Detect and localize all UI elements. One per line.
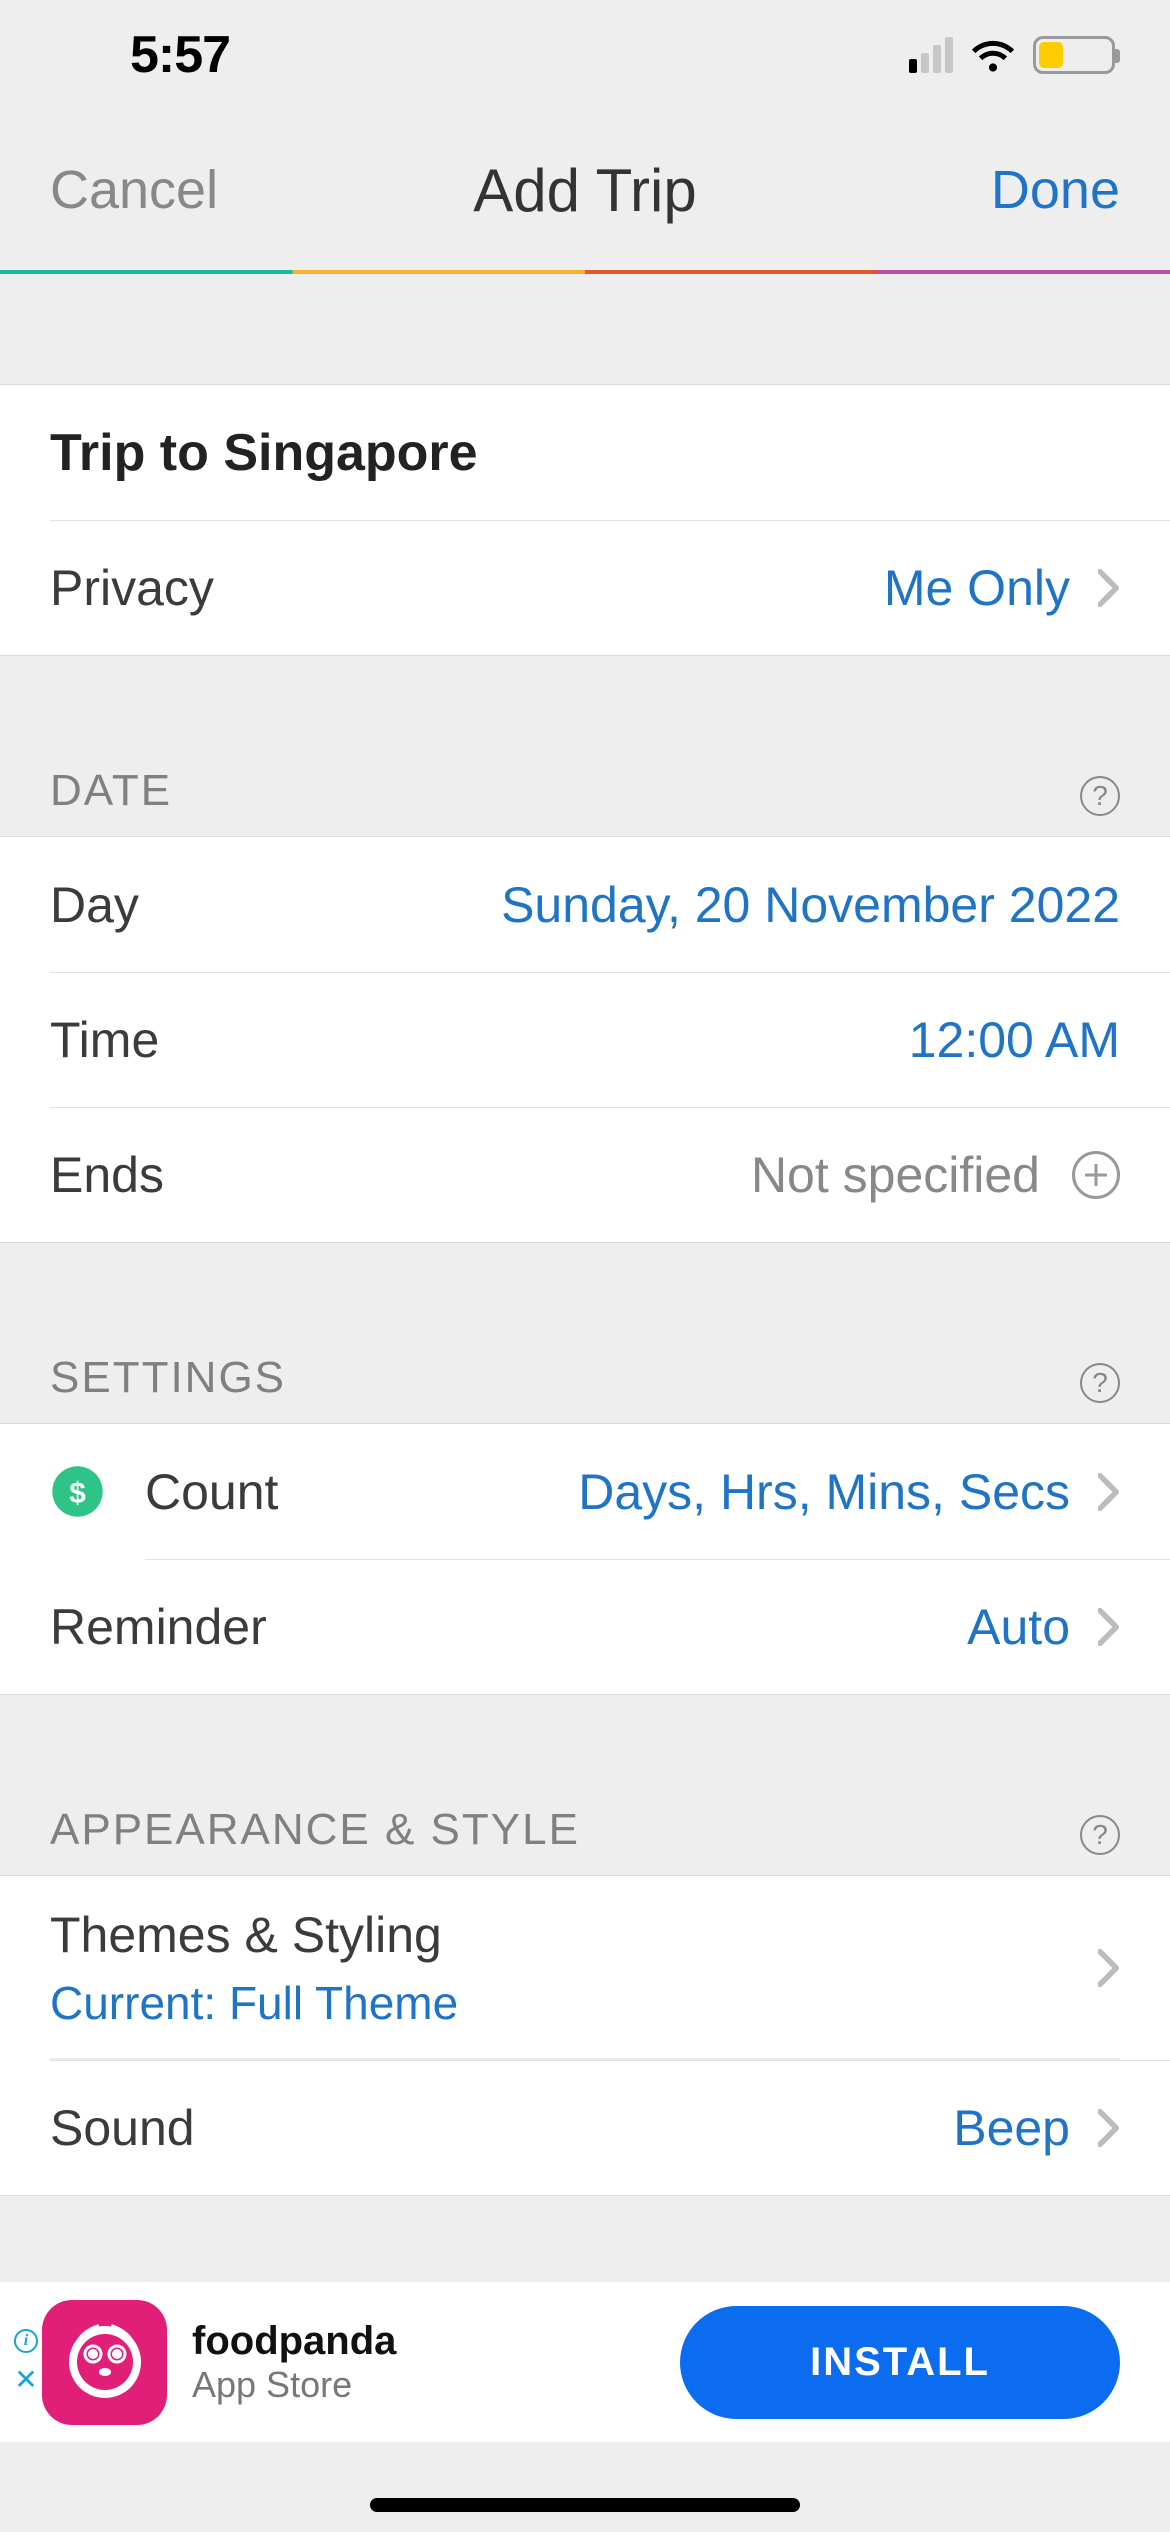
nav-bar: Cancel Add Trip Done (0, 110, 1170, 270)
themes-subtitle: Current: Full Theme (50, 1976, 458, 2030)
themes-row[interactable]: Themes & Styling Current: Full Theme (0, 1876, 1170, 2060)
help-icon[interactable]: ? (1080, 776, 1120, 816)
sound-row[interactable]: Sound Beep (0, 2060, 1170, 2195)
ad-text: foodpanda App Store (192, 2319, 680, 2406)
status-time: 5:57 (130, 25, 230, 85)
dollar-badge-icon: $ (50, 1464, 105, 1519)
sound-value: Beep (195, 2099, 1070, 2157)
count-row[interactable]: $ Count Days, Hrs, Mins, Secs (0, 1424, 1170, 1559)
reminder-value: Auto (267, 1598, 1070, 1656)
sound-label: Sound (50, 2099, 195, 2157)
install-button[interactable]: INSTALL (680, 2306, 1120, 2419)
plus-circle-icon[interactable] (1072, 1151, 1120, 1199)
group-settings: $ Count Days, Hrs, Mins, Secs Reminder A… (0, 1423, 1170, 1695)
section-title-appearance: APPEARANCE & STYLE (50, 1805, 580, 1855)
battery-icon (1033, 36, 1115, 74)
done-button[interactable]: Done (991, 159, 1120, 221)
ad-banner: ✕ foodpanda App Store INSTALL (0, 2282, 1170, 2442)
time-label: Time (50, 1011, 159, 1069)
section-header-appearance: APPEARANCE & STYLE ? (0, 1695, 1170, 1875)
cancel-button[interactable]: Cancel (50, 159, 218, 221)
help-icon[interactable]: ? (1080, 1363, 1120, 1403)
count-value: Days, Hrs, Mins, Secs (278, 1463, 1070, 1521)
ad-store: App Store (192, 2364, 680, 2406)
svg-text:$: $ (69, 1477, 86, 1510)
section-header-date: DATE ? (0, 656, 1170, 836)
ends-row[interactable]: Ends Not specified (0, 1107, 1170, 1242)
ends-value: Not specified (164, 1146, 1040, 1204)
help-icon[interactable]: ? (1080, 1815, 1120, 1855)
ad-controls: ✕ (0, 2329, 42, 2396)
reminder-row[interactable]: Reminder Auto (0, 1559, 1170, 1694)
themes-label: Themes & Styling (50, 1906, 442, 1964)
section-title-date: DATE (50, 766, 172, 816)
status-bar: 5:57 (0, 0, 1170, 110)
reminder-label: Reminder (50, 1598, 267, 1656)
privacy-label: Privacy (50, 559, 214, 617)
chevron-right-icon (1098, 2109, 1120, 2147)
chevron-right-icon (1098, 1473, 1120, 1511)
ad-app-name: foodpanda (192, 2319, 680, 2364)
chevron-right-icon (1098, 1608, 1120, 1646)
day-value: Sunday, 20 November 2022 (139, 876, 1120, 934)
chevron-right-icon (1098, 569, 1120, 607)
section-title-settings: SETTINGS (50, 1353, 286, 1403)
privacy-row[interactable]: Privacy Me Only (0, 520, 1170, 655)
time-value: 12:00 AM (159, 1011, 1120, 1069)
trip-name-field[interactable]: Trip to Singapore (0, 385, 1170, 520)
status-indicators (909, 36, 1115, 74)
time-row[interactable]: Time 12:00 AM (0, 972, 1170, 1107)
info-icon[interactable] (14, 2329, 38, 2353)
trip-name: Trip to Singapore (50, 423, 478, 483)
group-date: Day Sunday, 20 November 2022 Time 12:00 … (0, 836, 1170, 1243)
group-trip: Trip to Singapore Privacy Me Only (0, 384, 1170, 656)
day-row[interactable]: Day Sunday, 20 November 2022 (0, 837, 1170, 972)
count-label: Count (145, 1463, 278, 1521)
group-appearance: Themes & Styling Current: Full Theme Sou… (0, 1875, 1170, 2196)
ad-app-icon[interactable] (42, 2300, 167, 2425)
chevron-right-icon (1098, 1949, 1120, 1987)
close-icon[interactable]: ✕ (14, 2363, 37, 2396)
privacy-value: Me Only (214, 559, 1070, 617)
home-indicator[interactable] (370, 2498, 800, 2512)
day-label: Day (50, 876, 139, 934)
wifi-icon (971, 38, 1015, 72)
section-header-settings: SETTINGS ? (0, 1243, 1170, 1423)
cellular-signal-icon (909, 37, 953, 73)
ends-label: Ends (50, 1146, 164, 1204)
